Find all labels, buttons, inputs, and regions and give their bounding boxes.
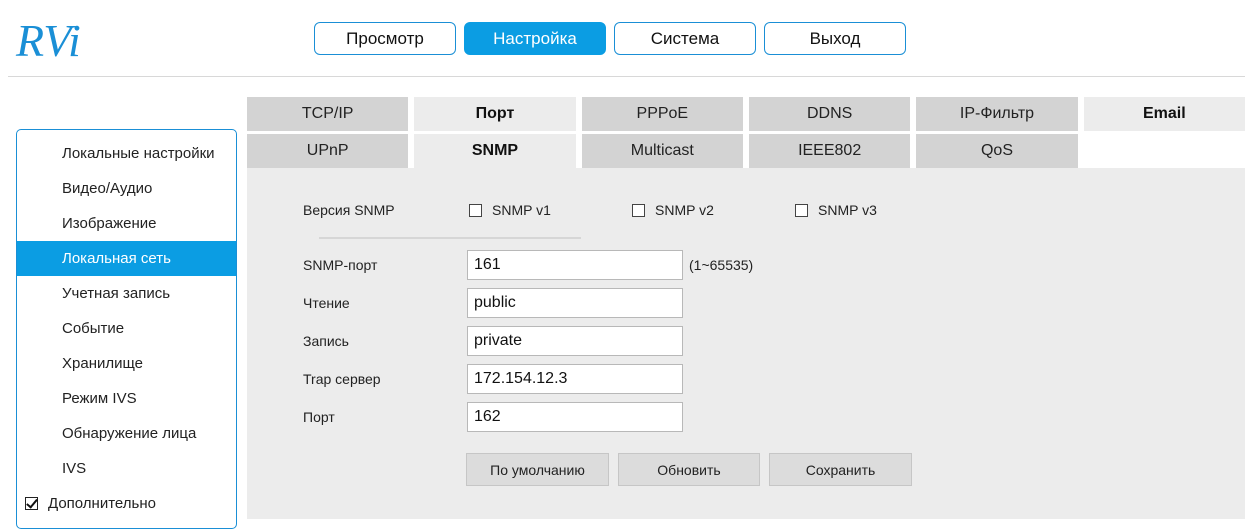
tab-ieee802[interactable]: IEEE802	[748, 134, 911, 168]
snmp-v2-option[interactable]: SNMP v2	[632, 202, 795, 218]
snmp-version-row: Версия SNMP SNMP v1 SNMP v2 SNMP v3	[303, 202, 958, 218]
nav-logout-button[interactable]: Выход	[764, 22, 906, 55]
sidebar-item-ivs[interactable]: IVS	[17, 451, 236, 486]
snmp-v1-option[interactable]: SNMP v1	[469, 202, 632, 218]
tab-upnp[interactable]: UPnP	[247, 134, 409, 168]
section-divider	[319, 237, 581, 239]
trap-port-row: Порт	[303, 402, 683, 432]
sidebar-item-storage[interactable]: Хранилище	[17, 346, 236, 381]
snmp-v3-checkbox[interactable]	[795, 203, 808, 217]
sidebar-item-face-detection[interactable]: Обнаружение лица	[17, 416, 236, 451]
read-community-label: Чтение	[303, 295, 350, 311]
trap-port-label: Порт	[303, 409, 335, 425]
snmp-port-row: SNMP-порт (1~65535)	[303, 250, 753, 280]
tab-port[interactable]: Порт	[414, 97, 576, 131]
sidebar-item-advanced[interactable]: Дополнительно	[17, 486, 236, 521]
advanced-label: Дополнительно	[48, 495, 156, 512]
tab-row-1: TCP/IP Порт PPPoE DDNS IP-Фильтр Email	[247, 97, 1245, 131]
rvi-logo: RVi	[15, 15, 81, 66]
sidebar-item-video-audio[interactable]: Видео/Аудио	[17, 171, 236, 206]
sidebar-item-image[interactable]: Изображение	[17, 206, 236, 241]
tab-pppoe[interactable]: PPPoE	[581, 97, 743, 131]
tab-ip-filter[interactable]: IP-Фильтр	[916, 97, 1078, 131]
nav-settings-button[interactable]: Настройка	[464, 22, 606, 55]
sidebar-item-ivs-mode[interactable]: Режим IVS	[17, 381, 236, 416]
snmp-settings-panel: Версия SNMP SNMP v1 SNMP v2 SNMP v3 SNMP…	[247, 168, 1245, 519]
save-button[interactable]: Сохранить	[769, 453, 912, 486]
write-community-input[interactable]	[467, 326, 683, 356]
nav-view-button[interactable]: Просмотр	[314, 22, 456, 55]
tab-email[interactable]: Email	[1083, 97, 1245, 131]
snmp-v1-label: SNMP v1	[492, 202, 551, 218]
write-community-row: Запись	[303, 326, 683, 356]
tab-snmp[interactable]: SNMP	[414, 134, 576, 168]
snmp-version-label: Версия SNMP	[303, 202, 395, 218]
header-divider	[8, 76, 1245, 77]
trap-server-row: Trap сервер	[303, 364, 683, 394]
top-navigation: Просмотр Настройка Система Выход	[314, 22, 906, 55]
sidebar-item-network[interactable]: Локальная сеть	[17, 241, 236, 276]
tab-row-2: UPnP SNMP Multicast IEEE802 QoS	[247, 134, 1245, 168]
snmp-port-range-hint: (1~65535)	[689, 257, 754, 273]
settings-sidebar: Локальные настройки Видео/Аудио Изображе…	[16, 129, 237, 529]
write-community-label: Запись	[303, 333, 349, 349]
refresh-button[interactable]: Обновить	[618, 453, 760, 486]
logo-text: RVi	[15, 15, 81, 66]
snmp-v1-checkbox[interactable]	[469, 203, 482, 217]
sidebar-item-local-settings[interactable]: Локальные настройки	[17, 136, 236, 171]
trap-server-input[interactable]	[467, 364, 683, 394]
snmp-v3-option[interactable]: SNMP v3	[795, 202, 958, 218]
sidebar-item-account[interactable]: Учетная запись	[17, 276, 236, 311]
trap-port-input[interactable]	[467, 402, 683, 432]
network-tabs: TCP/IP Порт PPPoE DDNS IP-Фильтр Email U…	[247, 97, 1245, 171]
snmp-v2-checkbox[interactable]	[632, 203, 645, 217]
trap-server-label: Trap сервер	[303, 371, 381, 387]
tab-tcpip[interactable]: TCP/IP	[247, 97, 409, 131]
tab-ddns[interactable]: DDNS	[748, 97, 911, 131]
default-button[interactable]: По умолчанию	[466, 453, 609, 486]
action-buttons: По умолчанию Обновить Сохранить	[466, 453, 912, 486]
snmp-v2-label: SNMP v2	[655, 202, 714, 218]
nav-system-button[interactable]: Система	[614, 22, 756, 55]
tab-qos[interactable]: QoS	[916, 134, 1078, 168]
snmp-port-label: SNMP-порт	[303, 257, 378, 273]
snmp-port-input[interactable]	[467, 250, 683, 280]
tab-multicast[interactable]: Multicast	[581, 134, 743, 168]
snmp-v3-label: SNMP v3	[818, 202, 877, 218]
read-community-input[interactable]	[467, 288, 683, 318]
advanced-checkbox[interactable]	[25, 497, 38, 510]
tab-empty-slot	[1084, 134, 1245, 168]
sidebar-item-event[interactable]: Событие	[17, 311, 236, 346]
read-community-row: Чтение	[303, 288, 683, 318]
